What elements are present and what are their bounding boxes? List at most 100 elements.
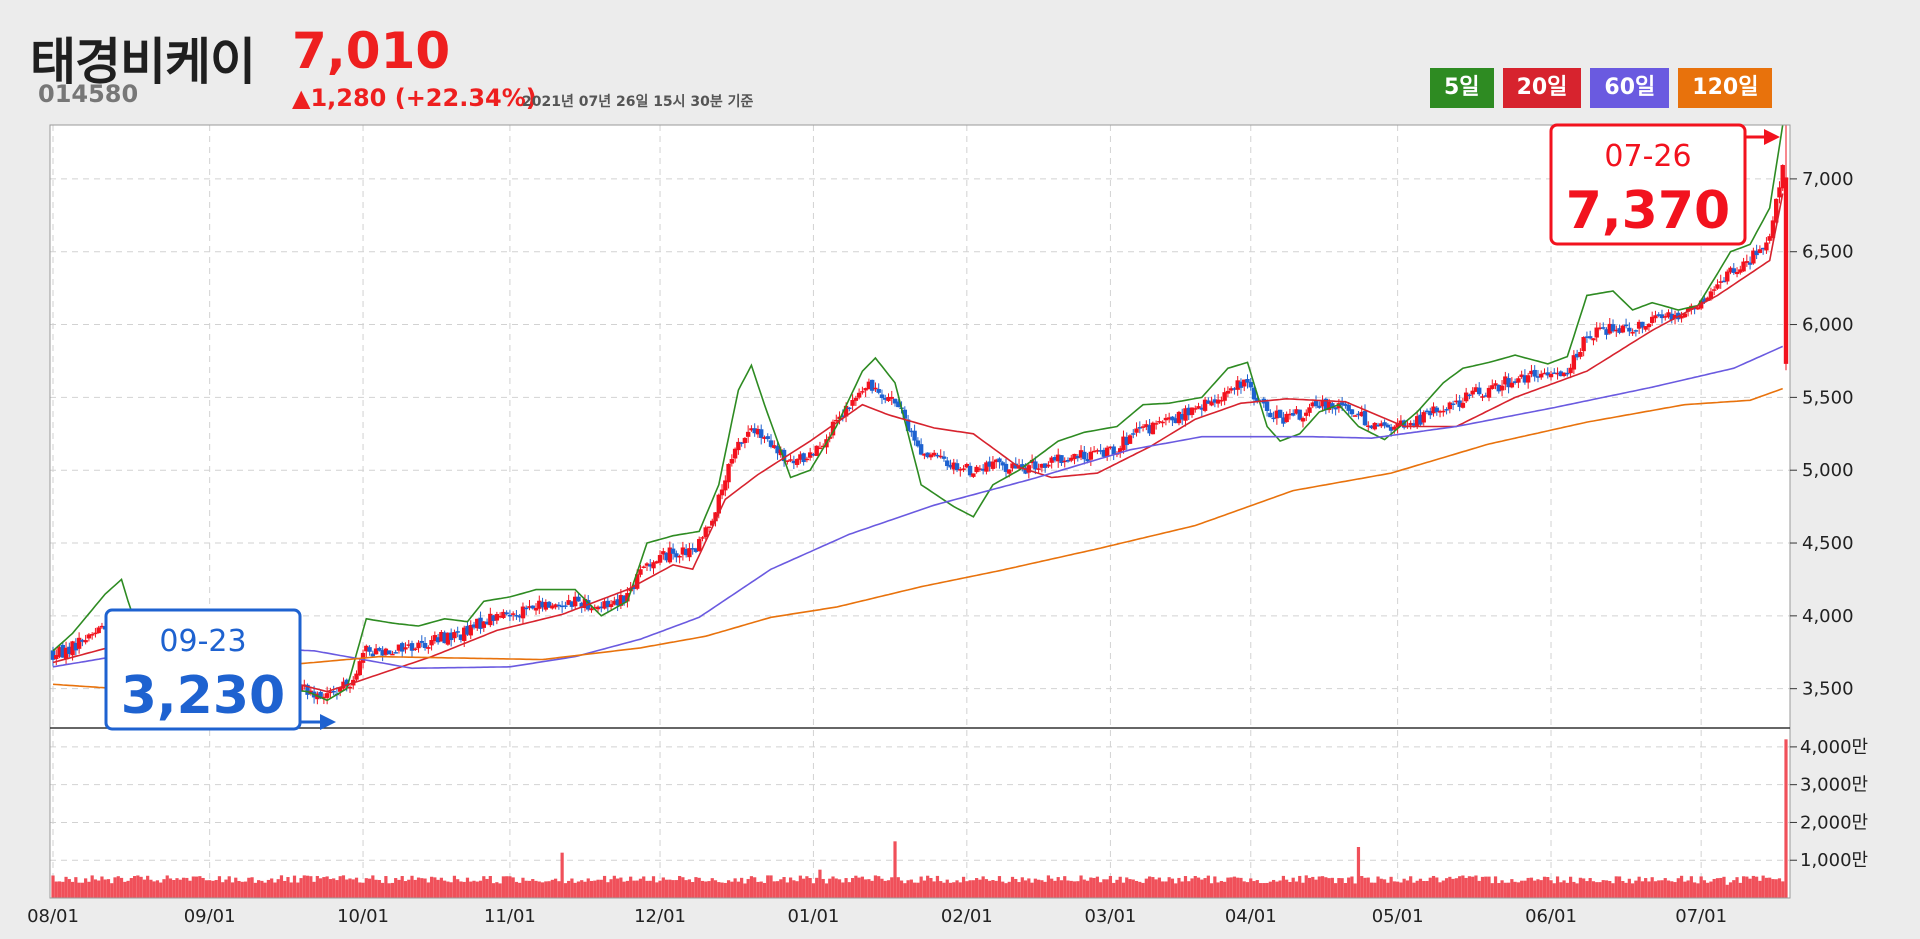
volume-bar xyxy=(1458,876,1462,898)
volume-bar xyxy=(1523,880,1527,898)
volume-bar xyxy=(847,882,851,898)
volume-bar xyxy=(1706,882,1710,898)
candle-body xyxy=(1277,409,1283,418)
volume-bar xyxy=(292,875,297,898)
candle-body xyxy=(1349,409,1355,415)
low-callout-date: 09-23 xyxy=(159,624,246,659)
volume-bar xyxy=(1059,880,1064,898)
volume-bar xyxy=(1559,882,1563,898)
volume-bar xyxy=(788,877,793,898)
candle-body xyxy=(954,463,960,471)
candle-body xyxy=(1783,177,1789,364)
volume-bar xyxy=(785,882,789,898)
volume-bar xyxy=(896,877,900,898)
volume-bar xyxy=(713,880,718,898)
volume-bar xyxy=(51,875,55,898)
volume-bar xyxy=(723,882,727,898)
volume-bar xyxy=(616,878,620,898)
candle-body xyxy=(1046,464,1051,467)
volume-bar xyxy=(420,878,424,898)
candle-body xyxy=(1467,394,1472,397)
volume-bar xyxy=(1621,881,1625,898)
volume-bar xyxy=(1673,882,1677,898)
volume-bar xyxy=(942,882,946,898)
volume-bar xyxy=(328,879,333,898)
candle-body xyxy=(1088,451,1094,460)
volume-bar xyxy=(1683,881,1687,898)
volume-bar xyxy=(1134,880,1139,898)
volume-bar xyxy=(119,877,124,898)
candle-body xyxy=(1578,352,1583,357)
volume-bar xyxy=(1255,880,1259,898)
volume-bar xyxy=(1242,881,1246,898)
volume-bar xyxy=(1575,883,1579,898)
volume-bar xyxy=(139,876,143,898)
volume-bar xyxy=(57,881,62,898)
volume-bar xyxy=(1644,878,1648,898)
volume-bar xyxy=(1382,879,1387,898)
volume-bar xyxy=(1193,876,1197,898)
volume-bar xyxy=(1480,876,1485,898)
candle-body xyxy=(638,569,643,575)
volume-bar xyxy=(1428,877,1432,898)
volume-bar xyxy=(1004,883,1008,898)
volume-bar xyxy=(844,878,848,898)
volume-bar xyxy=(132,876,137,898)
volume-tick-label: 1,000만 xyxy=(1800,850,1868,871)
candle-body xyxy=(1516,378,1521,383)
volume-bar xyxy=(1386,882,1390,898)
candle-body xyxy=(697,539,702,551)
volume-bar xyxy=(1089,877,1093,898)
volume-bar xyxy=(221,882,225,898)
volume-bar xyxy=(1542,876,1547,898)
volume-bar xyxy=(1180,881,1184,898)
volume-bar xyxy=(508,876,512,898)
volume-bar xyxy=(276,879,280,898)
candle-body xyxy=(386,650,392,655)
volume-bar xyxy=(828,878,832,898)
low-callout-value: 3,230 xyxy=(121,666,285,726)
volume-bar xyxy=(230,882,235,898)
volume-bar xyxy=(270,878,274,898)
candle-body xyxy=(1633,330,1639,332)
volume-bar xyxy=(257,880,261,898)
volume-bar xyxy=(237,880,241,898)
volume-bar xyxy=(766,875,770,898)
x-tick-label: 10/01 xyxy=(337,906,389,927)
y-tick-label: 3,500 xyxy=(1802,679,1854,700)
volume-bar xyxy=(779,879,783,898)
volume-bar xyxy=(1076,881,1080,898)
volume-bar xyxy=(1604,880,1609,898)
volume-bar xyxy=(155,880,160,898)
volume-bar xyxy=(1007,881,1011,898)
volume-bar xyxy=(1745,876,1749,898)
volume-bar xyxy=(436,879,440,898)
high-callout: 07-26 7,370 xyxy=(1549,123,1780,246)
volume-bar xyxy=(1226,877,1230,898)
candle-body xyxy=(971,473,976,477)
volume-bar xyxy=(106,879,111,898)
volume-bar xyxy=(152,881,156,898)
volume-bar xyxy=(883,880,887,898)
volume-bar xyxy=(1151,877,1155,898)
volume-bar xyxy=(309,876,313,898)
volume-bar xyxy=(1608,881,1612,898)
volume-bar xyxy=(1712,878,1716,898)
volume-bar xyxy=(296,882,300,898)
volume-bar xyxy=(1764,877,1769,898)
volume-bar xyxy=(371,875,375,898)
volume-bar xyxy=(997,876,1002,898)
volume-bar xyxy=(1023,880,1028,898)
volume-bar xyxy=(877,876,881,898)
volume-bar xyxy=(1500,880,1504,898)
volume-bar xyxy=(384,876,388,898)
volume-bar xyxy=(172,879,176,898)
volume-bar xyxy=(1343,883,1348,898)
volume-bar xyxy=(381,882,385,898)
volume-bar xyxy=(1311,876,1315,898)
candle-body xyxy=(1300,418,1306,422)
volume-bar xyxy=(1164,881,1168,898)
volume-bar xyxy=(658,880,662,898)
volume-bar xyxy=(929,878,933,898)
candle-body xyxy=(1225,390,1231,394)
